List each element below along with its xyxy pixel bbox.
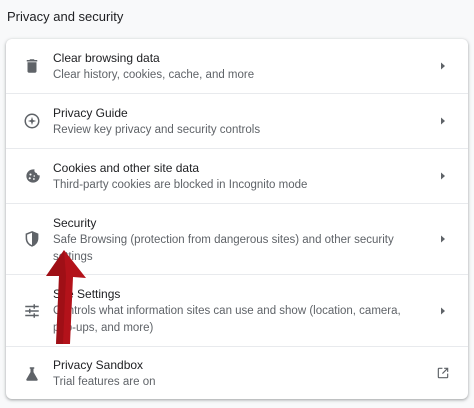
row-description: Clear history, cookies, cache, and more bbox=[53, 69, 255, 81]
row-description: Review key privacy and security controls bbox=[53, 124, 261, 136]
chevron-right-icon bbox=[436, 114, 450, 128]
chevron-right-icon bbox=[436, 232, 450, 246]
row-title: Site Settings bbox=[53, 287, 121, 301]
row-site-settings[interactable]: Site Settings Controls what information … bbox=[6, 274, 468, 347]
chevron-right-icon bbox=[436, 59, 450, 73]
row-security[interactable]: Security Safe Browsing (protection from … bbox=[6, 203, 468, 275]
cookie-icon bbox=[23, 167, 41, 185]
compass-icon bbox=[23, 112, 41, 130]
row-privacy-sandbox[interactable]: Privacy Sandbox Trial features are on bbox=[6, 346, 468, 399]
row-description: Third-party cookies are blocked in Incog… bbox=[53, 179, 308, 191]
row-privacy-guide[interactable]: Privacy Guide Review key privacy and sec… bbox=[6, 93, 468, 149]
shield-icon bbox=[23, 230, 41, 248]
open-in-new-icon[interactable] bbox=[436, 366, 450, 380]
row-clear-browsing-data[interactable]: Clear browsing data Clear history, cooki… bbox=[6, 39, 468, 93]
chevron-right-icon bbox=[436, 169, 450, 183]
row-cookies-site-data[interactable]: Cookies and other site data Third-party … bbox=[6, 148, 468, 204]
row-title: Cookies and other site data bbox=[53, 161, 200, 175]
section-title: Privacy and security bbox=[7, 9, 124, 24]
row-title: Privacy Sandbox bbox=[53, 358, 144, 372]
row-description: Safe Browsing (protection from dangerous… bbox=[53, 234, 394, 263]
row-description: Trial features are on bbox=[53, 376, 156, 388]
sliders-icon bbox=[23, 302, 41, 320]
row-title: Privacy Guide bbox=[53, 106, 128, 120]
row-title: Clear browsing data bbox=[53, 51, 160, 65]
row-title: Security bbox=[53, 216, 97, 230]
trash-icon bbox=[23, 57, 41, 75]
chevron-right-icon bbox=[436, 304, 450, 318]
row-description: Controls what information sites can use … bbox=[53, 305, 401, 334]
flask-icon bbox=[23, 365, 41, 383]
privacy-security-card: Clear browsing data Clear history, cooki… bbox=[6, 39, 468, 399]
